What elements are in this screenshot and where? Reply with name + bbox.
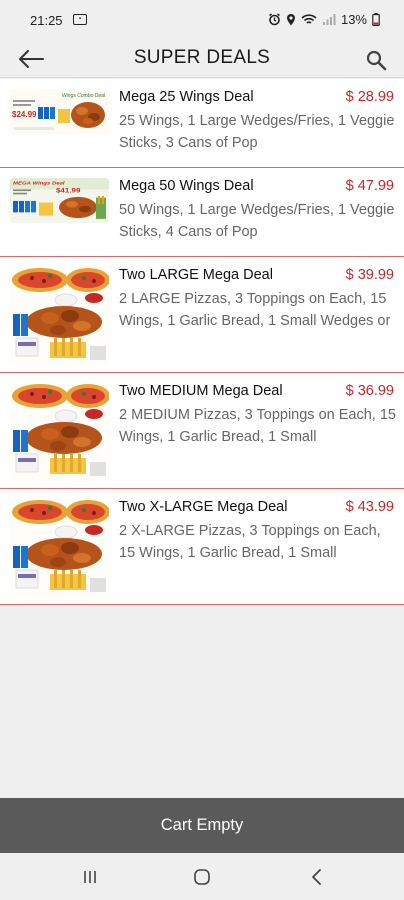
deal-description: 2 MEDIUM Pizzas, 3 Toppings on Each, 15 … — [119, 407, 396, 445]
recent-apps-icon[interactable] — [78, 865, 102, 889]
status-bar: 21:25 ▪ 13% — [0, 0, 404, 40]
system-nav-bar — [0, 853, 404, 900]
status-icons: 13% — [268, 12, 380, 27]
battery-icon — [372, 13, 380, 26]
thumbnail-price: $24.99 — [12, 110, 37, 119]
deal-description: 50 Wings, 1 Large Wedges/Fries, 1 Veggie… — [119, 202, 395, 240]
deal-price: $ 43.99 — [345, 499, 394, 515]
deal-name: Two MEDIUM Mega Deal — [119, 383, 283, 399]
deal-price: $ 36.99 — [345, 383, 394, 399]
page-title: SUPER DEALS — [133, 47, 271, 68]
search-icon[interactable] — [364, 48, 388, 72]
deal-name: Mega 50 Wings Deal — [119, 178, 254, 194]
signal-icon — [322, 14, 336, 25]
deal-item[interactable]: MEGA Wings Deal $41.99 Mega 50 Wings Dea… — [0, 168, 404, 257]
deal-price: $ 28.99 — [345, 89, 394, 105]
notification-icon: ▪ — [73, 14, 87, 25]
thumbnail-price: $41.99 — [56, 186, 80, 194]
deal-price: $ 39.99 — [345, 267, 394, 283]
deal-item[interactable]: Two X-LARGE Mega Deal $ 43.99 2 X-LARGE … — [0, 489, 404, 605]
deal-name: Two LARGE Mega Deal — [119, 267, 273, 283]
cart-button[interactable]: Cart Empty — [0, 798, 404, 853]
back-nav-icon[interactable] — [305, 865, 329, 889]
deal-description: 2 X-LARGE Pizzas, 3 Toppings on Each, 15… — [119, 523, 381, 561]
wifi-icon — [301, 14, 317, 24]
deal-thumbnail — [10, 384, 109, 480]
deal-list: Wings Combo Deal $24.99 Mega 25 Wings De… — [0, 79, 404, 605]
deal-description: 2 LARGE Pizzas, 3 Toppings on Each, 15 W… — [119, 291, 391, 329]
deal-name: Mega 25 Wings Deal — [119, 89, 254, 105]
deal-item[interactable]: Two MEDIUM Mega Deal $ 36.99 2 MEDIUM Pi… — [0, 373, 404, 489]
alarm-icon — [269, 13, 280, 26]
home-icon[interactable] — [190, 865, 214, 889]
location-icon — [286, 14, 295, 26]
battery-percent: 13% — [340, 12, 367, 27]
deal-name: Two X-LARGE Mega Deal — [119, 499, 288, 515]
thumbnail-caption: MEGA Wings Deal — [13, 181, 65, 186]
deal-thumbnail: Wings Combo Deal $24.99 — [10, 89, 109, 134]
deal-item[interactable]: Two LARGE Mega Deal $ 39.99 2 LARGE Pizz… — [0, 257, 404, 373]
deal-description: 25 Wings, 1 Large Wedges/Fries, 1 Veggie… — [119, 113, 395, 151]
deal-thumbnail: MEGA Wings Deal $41.99 — [10, 178, 109, 223]
app-header: SUPER DEALS — [0, 40, 404, 78]
deal-thumbnail — [10, 500, 109, 596]
deal-thumbnail — [10, 268, 109, 364]
deal-item[interactable]: Wings Combo Deal $24.99 Mega 25 Wings De… — [0, 79, 404, 168]
deal-price: $ 47.99 — [345, 178, 394, 194]
thumbnail-caption: Wings Combo Deal — [62, 93, 106, 99]
status-time: 21:25 — [30, 13, 63, 28]
